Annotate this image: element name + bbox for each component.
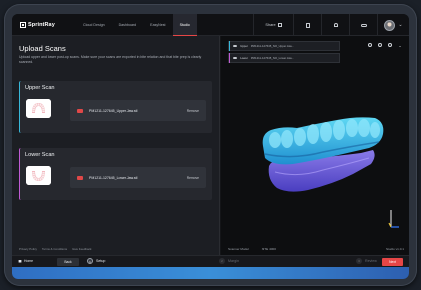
back-button[interactable]: Back <box>57 258 79 266</box>
tablet-frame: SprintRay Cloud Design Dashboard EasyNes… <box>4 4 417 286</box>
layer-color-bar <box>229 41 231 51</box>
lower-jaw-thumbnail <box>26 166 51 185</box>
step-number: 2 <box>219 258 225 264</box>
step-label: Setup <box>96 259 106 263</box>
nav-tabs: Cloud Design Dashboard EasyNest Studio <box>76 14 197 36</box>
3d-viewport[interactable]: Upper PM1211-127645_NO_Upper.Jaw... Lowe… <box>221 36 409 255</box>
layer-lower-label: Lower <box>240 56 248 60</box>
layer-list: Upper PM1211-127645_NO_Upper.Jaw... Lowe… <box>228 41 340 65</box>
reset-view-icon <box>388 43 392 47</box>
chevron-down-icon: ⌄ <box>398 42 402 48</box>
lower-scan-title: Lower Scan <box>25 152 55 158</box>
axis-gizmo <box>388 210 399 228</box>
share-icon <box>277 23 282 27</box>
brand-name: SprintRay <box>28 21 55 28</box>
share-label: Share <box>265 23 276 27</box>
document-button[interactable] <box>293 14 321 36</box>
upper-scan-card: Upper Scan PM1211-127645_Upper.Jaw.stl R… <box>19 81 212 133</box>
step-setup[interactable]: 1 Setup <box>87 258 105 264</box>
page-subtitle: Upload upper and lower post-op scans. Ma… <box>19 55 202 64</box>
share-button[interactable]: Share <box>253 14 293 36</box>
chevron-down-icon: ⌄ <box>398 22 403 28</box>
privacy-policy-link[interactable]: Privacy Policy <box>19 247 37 251</box>
upper-jaw-thumbnail <box>26 99 51 118</box>
upper-file-name: PM1211-127645_Upper.Jaw.stl <box>89 108 138 113</box>
home-button[interactable]: Home <box>18 259 33 263</box>
give-feedback-link[interactable]: Give Feedback <box>72 247 91 251</box>
step-margin[interactable]: 2 Margin <box>219 258 239 264</box>
view-tools: ⌄ <box>364 41 404 49</box>
remove-upper-button[interactable]: Remove <box>187 109 199 113</box>
tab-easynest[interactable]: EasyNest <box>143 14 172 36</box>
layer-upper-label: Upper <box>240 44 248 48</box>
upper-scan-title: Upper Scan <box>25 85 55 91</box>
cloud-icon <box>360 23 367 27</box>
terms-link[interactable]: Terms & Conditions <box>42 247 67 251</box>
layer-color-bar <box>229 53 231 63</box>
version-label: Studio v1.0.1 <box>385 247 404 251</box>
layer-upper-file: PM1211-127645_NO_Upper.Jaw... <box>250 44 294 48</box>
document-icon <box>305 22 310 28</box>
avatar <box>384 19 396 31</box>
logo-mark-icon <box>20 21 26 28</box>
zoom-out-button[interactable] <box>376 41 384 49</box>
brand-logo[interactable]: SprintRay <box>20 21 72 28</box>
scanner-value: 3ITE 4000 <box>261 247 276 251</box>
zoom-in-button[interactable] <box>366 41 374 49</box>
remove-lower-button[interactable]: Remove <box>187 176 199 180</box>
scanner-info: Scanner Model 3ITE 4000 <box>228 247 276 251</box>
layer-lower[interactable]: Lower PM1211-127645_NO_Lower.Jaw... <box>228 53 340 63</box>
bell-icon <box>333 23 338 27</box>
top-bar: SprintRay Cloud Design Dashboard EasyNes… <box>12 14 409 36</box>
step-label: Margin <box>228 259 239 263</box>
stl-file-icon <box>77 175 83 180</box>
cloud-button[interactable] <box>349 14 377 36</box>
bottom-bar: Home Back 1 Setup 2 Margin 3 Review Next <box>12 255 409 267</box>
top-right-controls: Share ⌄ <box>253 14 409 36</box>
app-screen: SprintRay Cloud Design Dashboard EasyNes… <box>12 14 409 279</box>
step-number: 1 <box>87 258 93 264</box>
zoom-out-icon <box>378 43 382 47</box>
lower-file-row: PM1211-127645_Lower.Jaw.stl Remove <box>70 167 206 188</box>
scanner-label: Scanner Model <box>228 247 249 251</box>
home-label: Home <box>24 259 34 263</box>
home-icon <box>18 259 22 263</box>
upload-panel: Upload Scans Upload upper and lower post… <box>12 36 220 255</box>
eye-icon[interactable] <box>233 44 238 48</box>
zoom-in-icon <box>368 43 372 47</box>
step-number: 3 <box>356 258 362 264</box>
tab-studio[interactable]: Studio <box>172 14 197 36</box>
layer-upper[interactable]: Upper PM1211-127645_NO_Upper.Jaw... <box>228 41 340 51</box>
layer-lower-file: PM1211-127645_NO_Lower.Jaw... <box>250 56 294 60</box>
bottom-gradient-strip <box>12 267 409 279</box>
lower-scan-card: Lower Scan PM1211-127645_Lower.Jaw.stl R… <box>19 148 212 200</box>
page-title: Upload Scans <box>19 44 66 53</box>
tab-cloud-design[interactable]: Cloud Design <box>76 14 112 36</box>
eye-icon[interactable] <box>233 56 238 60</box>
step-review[interactable]: 3 Review <box>356 258 377 264</box>
view-menu-button[interactable]: ⌄ <box>396 41 404 49</box>
lower-file-name: PM1211-127645_Lower.Jaw.stl <box>89 175 138 180</box>
notifications-button[interactable] <box>321 14 349 36</box>
step-label: Review <box>365 259 377 263</box>
jaw-3d-model[interactable] <box>253 106 393 201</box>
reset-view-button[interactable] <box>386 41 394 49</box>
upper-file-row: PM1211-127645_Upper.Jaw.stl Remove <box>70 100 206 121</box>
footer-links: Privacy Policy Terms & Conditions Give F… <box>19 247 97 251</box>
next-button[interactable]: Next <box>382 258 403 266</box>
stl-file-icon <box>77 108 83 113</box>
tab-dashboard[interactable]: Dashboard <box>112 14 144 36</box>
account-menu[interactable]: ⌄ <box>377 14 409 36</box>
